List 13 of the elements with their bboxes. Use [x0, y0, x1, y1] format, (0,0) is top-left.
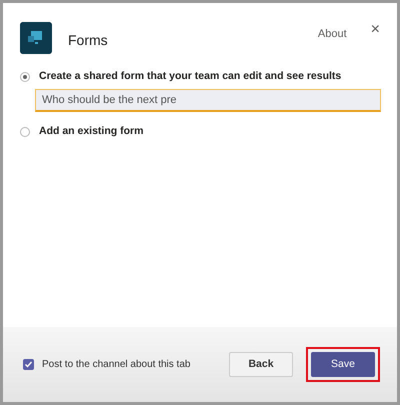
save-button[interactable]: Save	[311, 352, 375, 377]
about-link[interactable]: About	[318, 26, 347, 42]
text-field[interactable]: Who should be the next pre	[35, 88, 381, 112]
back-button[interactable]: Back	[229, 352, 293, 377]
close-button[interactable]: ×	[370, 22, 380, 38]
checkbox-label: Post to the channel about this tab	[42, 358, 190, 372]
dialog-title: Forms	[68, 31, 108, 50]
option-label: Add an existing form	[39, 124, 144, 140]
checkbox[interactable]	[23, 359, 34, 370]
radio-button[interactable]	[20, 72, 30, 82]
forms-app-icon	[20, 22, 52, 54]
option-label: Create a shared form that your team can edit and see results	[39, 69, 342, 84]
radio-button[interactable]	[20, 127, 30, 138]
